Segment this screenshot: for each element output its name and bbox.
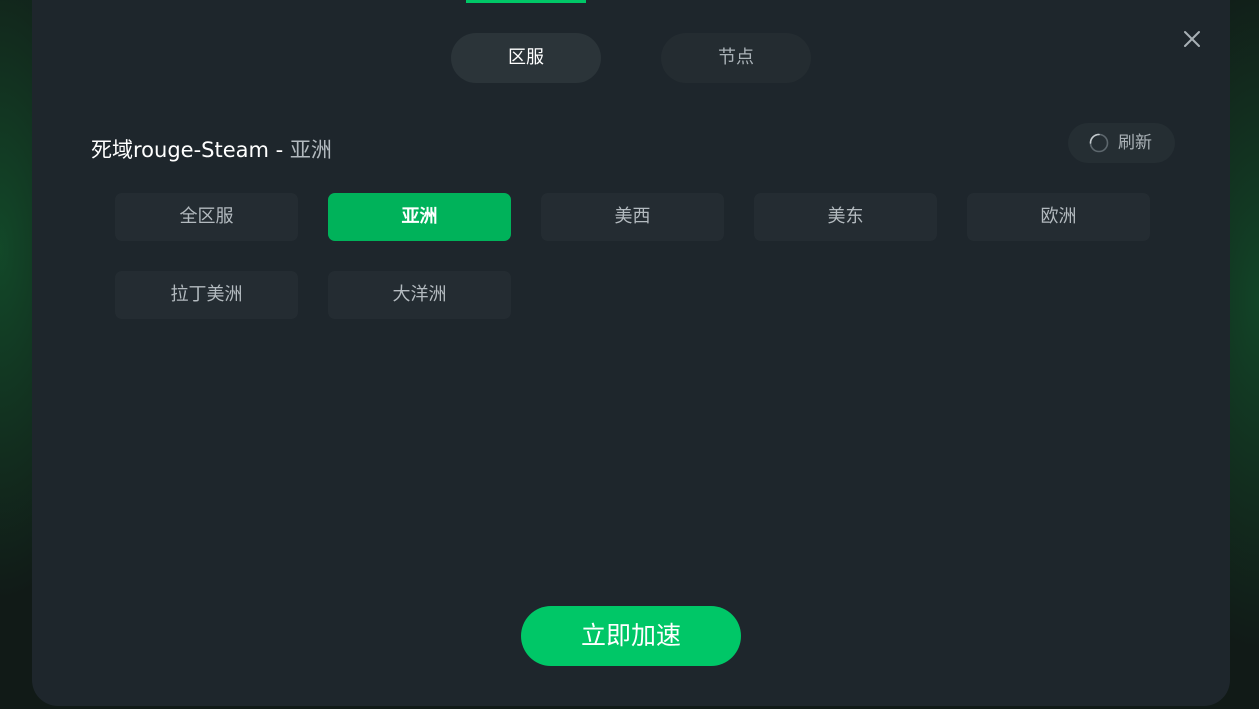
region-option-us-east[interactable]: 美东 bbox=[754, 193, 937, 241]
region-option-all[interactable]: 全区服 bbox=[115, 193, 298, 241]
game-title: 死域rouge-Steam - 亚洲 bbox=[91, 134, 332, 164]
current-region: 亚洲 bbox=[289, 138, 332, 162]
tab-server-region[interactable]: 区服 bbox=[451, 33, 601, 83]
refresh-button[interactable]: 刷新 bbox=[1068, 123, 1175, 163]
tab-nodes[interactable]: 节点 bbox=[661, 33, 811, 83]
region-option-latin-america[interactable]: 拉丁美洲 bbox=[115, 271, 298, 319]
region-option-us-west[interactable]: 美西 bbox=[541, 193, 724, 241]
region-option-oceania[interactable]: 大洋洲 bbox=[328, 271, 511, 319]
game-name: 死域rouge-Steam bbox=[91, 138, 269, 162]
loading-spinner-icon bbox=[1089, 133, 1109, 153]
title-separator: - bbox=[268, 138, 290, 162]
region-option-asia[interactable]: 亚洲 bbox=[328, 193, 511, 241]
region-select-dialog bbox=[32, 0, 1230, 706]
close-icon bbox=[1184, 31, 1200, 47]
top-accent-bar bbox=[466, 0, 586, 3]
close-button[interactable] bbox=[1176, 23, 1208, 55]
refresh-label: 刷新 bbox=[1118, 133, 1152, 153]
accelerate-now-button[interactable]: 立即加速 bbox=[521, 606, 741, 666]
region-option-europe[interactable]: 欧洲 bbox=[967, 193, 1150, 241]
